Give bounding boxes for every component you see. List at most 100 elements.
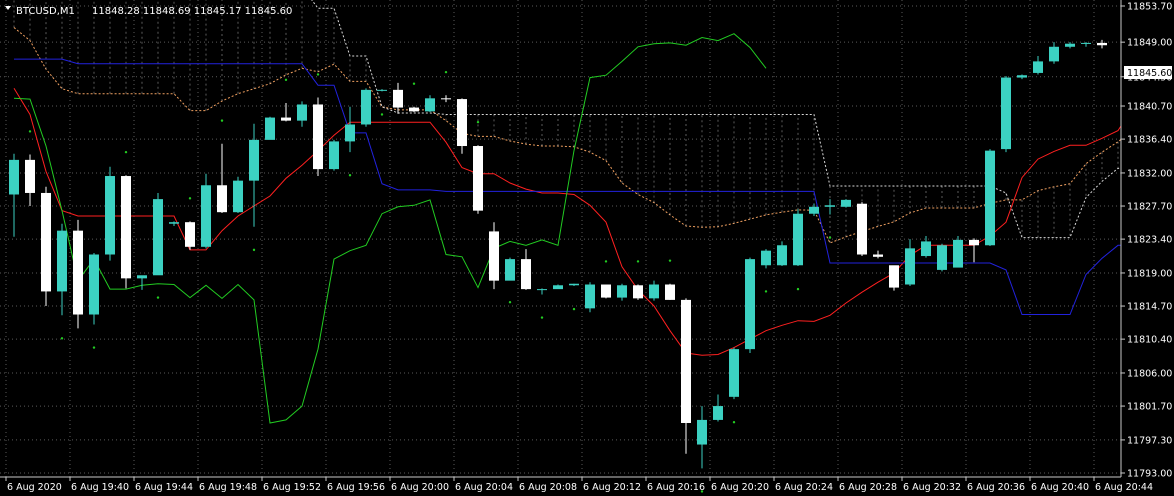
candle-body[interactable]: [665, 284, 675, 300]
candle-body[interactable]: [41, 192, 51, 292]
candle-body[interactable]: [1097, 42, 1107, 46]
candle-body[interactable]: [441, 98, 451, 100]
candle-body[interactable]: [217, 185, 227, 213]
candle-body[interactable]: [921, 241, 931, 257]
candle[interactable]: [1001, 76, 1011, 153]
candle-body[interactable]: [121, 176, 131, 279]
candle-body[interactable]: [57, 230, 67, 292]
candle-body[interactable]: [1001, 77, 1011, 150]
candle-body[interactable]: [905, 248, 915, 285]
candle[interactable]: [361, 88, 371, 127]
candle[interactable]: [841, 199, 851, 208]
candle-body[interactable]: [569, 283, 579, 286]
candle-body[interactable]: [857, 203, 867, 255]
candle[interactable]: [601, 284, 611, 299]
candle-body[interactable]: [745, 259, 755, 350]
candle-body[interactable]: [633, 285, 643, 299]
candle[interactable]: [457, 98, 467, 154]
candle[interactable]: [473, 145, 483, 214]
candle-body[interactable]: [761, 250, 771, 266]
candle-body[interactable]: [473, 146, 483, 211]
candle-body[interactable]: [713, 406, 723, 420]
candle[interactable]: [105, 166, 115, 261]
candle[interactable]: [793, 209, 803, 267]
candle-body[interactable]: [201, 185, 211, 247]
candle[interactable]: [409, 106, 419, 113]
candle[interactable]: [41, 186, 51, 307]
candle-body[interactable]: [809, 206, 819, 214]
candle-body[interactable]: [953, 239, 963, 268]
candle-body[interactable]: [793, 213, 803, 266]
candle-body[interactable]: [345, 124, 355, 142]
candle[interactable]: [233, 176, 243, 213]
candle[interactable]: [505, 257, 515, 281]
candle-body[interactable]: [841, 199, 851, 207]
candle-body[interactable]: [873, 254, 883, 257]
candle[interactable]: [185, 221, 195, 250]
candle-body[interactable]: [185, 222, 195, 247]
candle-body[interactable]: [1081, 42, 1091, 44]
candle[interactable]: [585, 282, 595, 313]
candle[interactable]: [89, 252, 99, 325]
candle[interactable]: [313, 97, 323, 177]
candle-body[interactable]: [409, 107, 419, 112]
candle-body[interactable]: [169, 222, 179, 224]
candle[interactable]: [729, 347, 739, 400]
candle-body[interactable]: [1017, 75, 1027, 78]
candle-body[interactable]: [969, 239, 979, 246]
candle-body[interactable]: [777, 245, 787, 266]
candle-body[interactable]: [1065, 43, 1075, 47]
candle-body[interactable]: [153, 199, 163, 276]
candle-body[interactable]: [537, 289, 547, 291]
candle-body[interactable]: [329, 141, 339, 170]
candle-body[interactable]: [361, 89, 371, 125]
candle-body[interactable]: [697, 419, 707, 445]
candle[interactable]: [665, 283, 675, 300]
candle-body[interactable]: [937, 245, 947, 270]
candle-body[interactable]: [985, 150, 995, 246]
candle[interactable]: [985, 149, 995, 247]
candle-body[interactable]: [425, 98, 435, 112]
candle-body[interactable]: [729, 349, 739, 397]
candle-body[interactable]: [585, 284, 595, 309]
candle[interactable]: [937, 243, 947, 272]
candle-body[interactable]: [649, 284, 659, 299]
candle-body[interactable]: [617, 285, 627, 298]
candle-body[interactable]: [281, 117, 291, 121]
candle[interactable]: [153, 192, 163, 276]
candle[interactable]: [889, 265, 899, 291]
candle-body[interactable]: [313, 104, 323, 170]
candle-body[interactable]: [89, 254, 99, 315]
candle-body[interactable]: [521, 259, 531, 290]
candle[interactable]: [265, 116, 275, 140]
candle[interactable]: [633, 284, 643, 300]
candle-body[interactable]: [297, 104, 307, 121]
candle-body[interactable]: [489, 231, 499, 281]
candle[interactable]: [857, 202, 867, 257]
candle-body[interactable]: [9, 159, 19, 195]
candle-body[interactable]: [825, 205, 835, 207]
candle-body[interactable]: [105, 176, 115, 255]
candle-body[interactable]: [249, 139, 259, 181]
candle-body[interactable]: [457, 99, 467, 147]
candle-body[interactable]: [73, 230, 83, 315]
candle[interactable]: [73, 219, 83, 329]
candle-body[interactable]: [1033, 61, 1043, 73]
candle[interactable]: [745, 257, 755, 353]
candle-body[interactable]: [377, 89, 387, 91]
candle-body[interactable]: [393, 89, 403, 108]
candle[interactable]: [329, 139, 339, 171]
candle-body[interactable]: [553, 285, 563, 290]
candle[interactable]: [489, 222, 499, 290]
candle-body[interactable]: [1049, 46, 1059, 62]
candle[interactable]: [121, 175, 131, 289]
candle-body[interactable]: [137, 275, 147, 279]
candle-body[interactable]: [601, 284, 611, 298]
candle-body[interactable]: [233, 180, 243, 213]
candle-body[interactable]: [25, 159, 35, 193]
candle-body[interactable]: [265, 117, 275, 140]
candle-body[interactable]: [889, 265, 899, 288]
candle-body[interactable]: [505, 259, 515, 281]
candle-body[interactable]: [681, 299, 691, 423]
candle[interactable]: [953, 236, 963, 268]
